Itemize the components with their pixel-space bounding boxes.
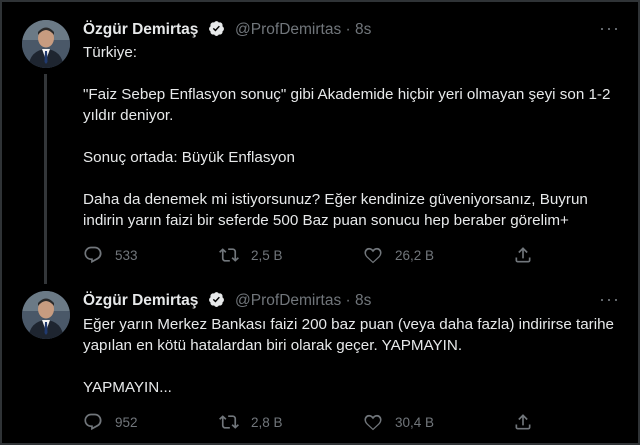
reply-button[interactable]: 952	[83, 412, 138, 432]
author-name[interactable]: Özgür Demirtaş	[83, 292, 198, 309]
share-icon	[515, 414, 531, 430]
tweet-actions: 952 2,8 B 30,4 B	[83, 412, 533, 434]
share-button[interactable]	[513, 412, 533, 432]
tweet-paragraph: YAPMAYIN...	[83, 379, 172, 396]
retweet-count: 2,8 B	[251, 414, 283, 430]
more-options-icon[interactable]: ···	[599, 289, 620, 310]
heart-icon	[364, 414, 382, 431]
author-handle[interactable]: @ProfDemirtas	[235, 292, 341, 309]
like-button[interactable]: 30,4 B	[363, 412, 434, 432]
reply-icon	[84, 413, 102, 431]
retweet-button[interactable]: 2,8 B	[219, 412, 283, 432]
separator: ·	[345, 292, 351, 309]
tweet-2[interactable]: Özgür Demirtaş @ProfDemirtas · 8s ··· Eğ…	[0, 0, 640, 445]
tweet-header: Özgür Demirtaş @ProfDemirtas · 8s	[83, 291, 371, 313]
verified-badge-icon	[208, 291, 225, 313]
reply-count: 952	[115, 414, 138, 430]
tweet-paragraph: Eğer yarın Merkez Bankası faizi 200 baz …	[83, 316, 614, 354]
tweet-text: Eğer yarın Merkez Bankası faizi 200 baz …	[83, 314, 623, 398]
avatar[interactable]	[22, 291, 70, 339]
profile-photo	[22, 291, 70, 339]
like-count: 30,4 B	[395, 414, 435, 430]
timestamp[interactable]: 8s	[355, 292, 371, 309]
retweet-icon	[219, 415, 239, 429]
